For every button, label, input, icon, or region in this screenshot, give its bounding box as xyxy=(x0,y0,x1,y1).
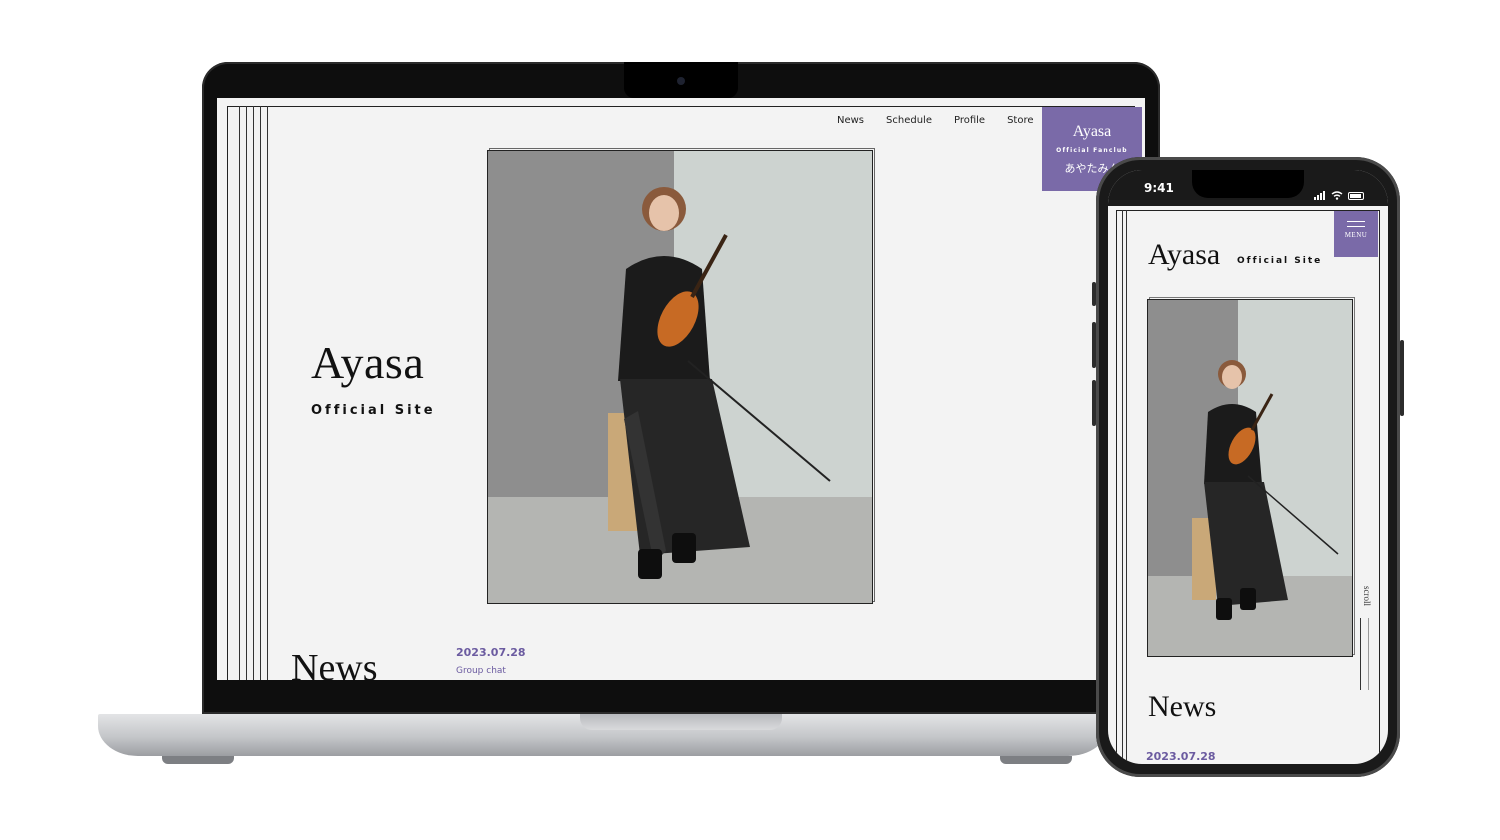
laptop-foot xyxy=(1000,756,1072,764)
scroll-indicator-line xyxy=(1368,618,1369,690)
phone-side-button xyxy=(1092,322,1096,368)
status-bar: 9:41 xyxy=(1108,170,1388,206)
hero-photo xyxy=(1147,299,1353,657)
site-title[interactable]: Ayasa xyxy=(311,336,424,389)
nav-item-news[interactable]: News xyxy=(837,115,864,126)
scroll-indicator-label: scroll xyxy=(1362,586,1372,606)
nav-item-store[interactable]: Store xyxy=(1007,115,1033,126)
phone-side-button xyxy=(1400,340,1404,416)
laptop-foot xyxy=(162,756,234,764)
site-title[interactable]: Ayasa xyxy=(1148,238,1220,272)
news-link[interactable]: Group chat xyxy=(456,666,506,676)
menu-label: MENU xyxy=(1344,231,1368,239)
wifi-icon xyxy=(1331,191,1343,200)
staff-line xyxy=(1122,210,1123,764)
status-time: 9:41 xyxy=(1144,181,1174,195)
hero-photo xyxy=(487,150,873,604)
staff-line xyxy=(1126,210,1127,764)
main-nav: News Schedule Profile Store xyxy=(837,115,1034,126)
camera-icon xyxy=(677,77,685,85)
battery-icon xyxy=(1348,192,1364,200)
laptop-hinge xyxy=(580,714,782,730)
scroll-indicator-line xyxy=(1360,618,1361,690)
news-date: 2023.07.28 xyxy=(1146,750,1216,763)
phone-side-button xyxy=(1092,380,1096,426)
fanclub-name: Ayasa xyxy=(1072,123,1112,140)
news-heading: News xyxy=(291,647,378,680)
hamburger-icon xyxy=(1334,221,1378,227)
fanclub-subtitle: Official Fanclub xyxy=(1056,147,1128,154)
signal-icon xyxy=(1314,182,1326,200)
mobile-site-screen: 9:41 MENU Ayasa Official Site scroll New… xyxy=(1108,170,1388,764)
desktop-site-screen: Ayasa Official Site News Schedule Profil… xyxy=(217,98,1145,680)
nav-item-profile[interactable]: Profile xyxy=(954,115,985,126)
news-date: 2023.07.28 xyxy=(456,646,526,659)
news-heading: News xyxy=(1148,690,1217,723)
site-subtitle: Official Site xyxy=(1237,256,1323,266)
menu-button[interactable]: MENU xyxy=(1334,211,1378,257)
status-icons xyxy=(1314,182,1364,200)
nav-item-schedule[interactable]: Schedule xyxy=(886,115,932,126)
staff-lines-decoration xyxy=(239,106,268,680)
site-subtitle: Official Site xyxy=(311,403,436,418)
dynamic-island xyxy=(1192,170,1304,198)
phone-side-button xyxy=(1092,282,1096,306)
